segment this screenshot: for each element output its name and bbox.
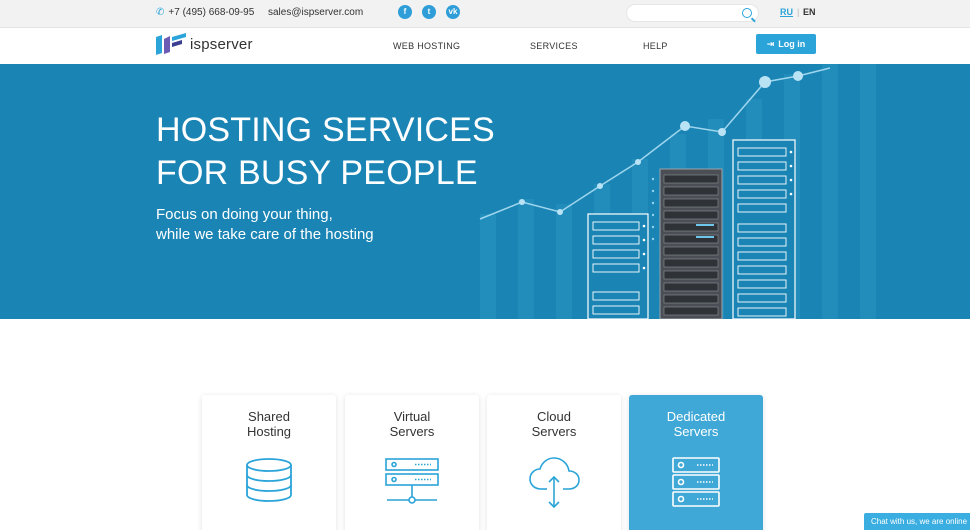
- nav-web-hosting[interactable]: WEB HOSTING: [393, 41, 460, 51]
- hero-title-line1: HOSTING SERVICES: [156, 111, 495, 149]
- vk-icon[interactable]: vk: [446, 5, 460, 19]
- nav-help[interactable]: HELP: [643, 41, 668, 51]
- hero-title-line2: FOR BUSY PEOPLE: [156, 154, 478, 192]
- card-dedicated-servers[interactable]: Dedicated Servers: [629, 395, 763, 530]
- card-title-line1: Dedicated: [666, 409, 726, 424]
- card-title: Shared Hosting: [202, 409, 336, 439]
- hero-illustration: [479, 64, 876, 319]
- twitter-icon[interactable]: t: [422, 5, 436, 19]
- card-title-line1: Virtual: [393, 409, 431, 424]
- main-header: ispserver WEB HOSTING SERVICES HELP ⇥ Lo…: [0, 28, 970, 64]
- hero-title: HOSTING SERVICES FOR BUSY PEOPLE: [156, 109, 495, 195]
- server-rack-icon: [672, 457, 720, 507]
- phone-text: +7 (495) 668-09-95: [168, 7, 255, 18]
- lang-ru-link[interactable]: RU: [780, 7, 793, 17]
- logo-text: ispserver: [190, 35, 253, 53]
- hero-subtitle-line1: Focus on doing your thing,: [156, 206, 333, 223]
- card-title-line2: Servers: [531, 424, 577, 439]
- email-link[interactable]: sales@ispserver.com: [268, 7, 363, 18]
- login-button[interactable]: ⇥ Log in: [756, 34, 816, 54]
- login-label: Log in: [778, 39, 806, 49]
- card-title: Dedicated Servers: [629, 409, 763, 439]
- card-cloud-servers[interactable]: Cloud Servers: [487, 395, 621, 530]
- logo-icon: [156, 33, 186, 55]
- card-title-line2: Servers: [389, 424, 435, 439]
- facebook-icon[interactable]: f: [398, 5, 412, 19]
- database-icon: [246, 458, 292, 502]
- hero-subtitle: Focus on doing your thing, while we take…: [156, 205, 374, 245]
- lang-en-link[interactable]: EN: [803, 7, 816, 17]
- card-title-line2: Hosting: [246, 424, 292, 439]
- card-shared-hosting[interactable]: Shared Hosting: [202, 395, 336, 530]
- chat-widget-button[interactable]: Chat with us, we are online: [864, 513, 970, 530]
- card-title: Virtual Servers: [345, 409, 479, 439]
- search-input[interactable]: [626, 4, 759, 22]
- card-title-line2: Servers: [673, 424, 719, 439]
- card-title-line1: Cloud: [537, 409, 571, 424]
- hero-banner: HOSTING SERVICES FOR BUSY PEOPLE Focus o…: [0, 64, 970, 319]
- phone-icon: ✆: [156, 7, 165, 18]
- top-bar: ✆ +7 (495) 668-09-95 sales@ispserver.com…: [0, 0, 970, 28]
- cloud-upload-download-icon: [529, 457, 580, 509]
- login-icon: ⇥: [766, 38, 775, 49]
- card-title-line1: Shared: [248, 409, 290, 424]
- server-network-icon: [385, 458, 439, 504]
- lang-separator: |: [797, 7, 800, 17]
- search-icon[interactable]: [742, 8, 752, 18]
- hero-subtitle-line2: while we take care of the hosting: [156, 226, 374, 243]
- logo[interactable]: ispserver: [156, 33, 253, 55]
- card-virtual-servers[interactable]: Virtual Servers: [345, 395, 479, 530]
- card-title: Cloud Servers: [487, 409, 621, 439]
- phone-number[interactable]: ✆ +7 (495) 668-09-95: [156, 7, 254, 18]
- nav-services[interactable]: SERVICES: [530, 41, 578, 51]
